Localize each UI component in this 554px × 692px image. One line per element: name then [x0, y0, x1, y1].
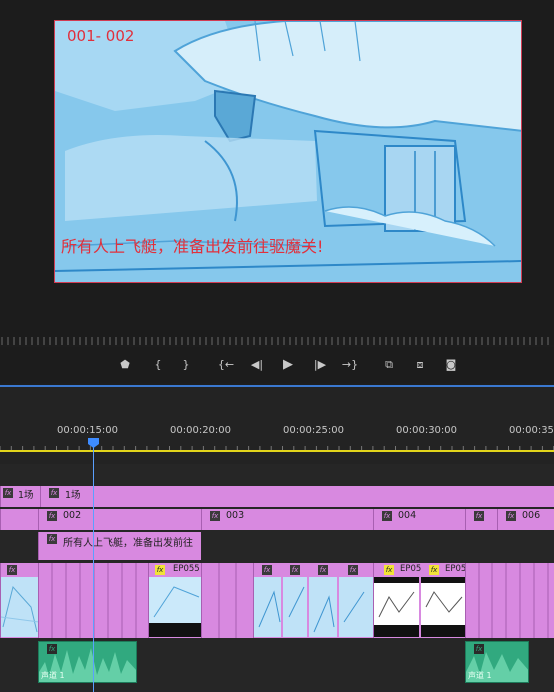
fx-icon: fx [7, 565, 17, 575]
clip-label: 1场 [65, 490, 81, 501]
clip-thumbnail [1, 577, 38, 637]
clip-label: EP05 [400, 564, 422, 574]
clip-label: 003 [226, 510, 245, 521]
fx-icon: fx [47, 511, 57, 521]
fx-icon: fx [210, 511, 220, 521]
audio-clip[interactable]: fx 声道 1 [465, 641, 529, 683]
video-clip-group[interactable]: fx fx fx fx [253, 563, 373, 638]
audio-clip[interactable]: fx 声道 1 [38, 641, 137, 683]
timecode-label: 00:00:15:00 [57, 425, 119, 436]
timecode-label: 00:00:25:00 [283, 425, 345, 436]
video-clip-group[interactable] [201, 563, 253, 638]
video-frame[interactable]: 001- 002 所有人上飞艇，准备出发前往驱魔关! [54, 20, 522, 283]
shot-clip[interactable]: fx 002 [38, 509, 201, 530]
shot-clip[interactable] [0, 509, 38, 530]
camera-icon[interactable]: ◙ [441, 355, 461, 375]
fx-icon: fx [3, 488, 13, 498]
audio-channel-label: 声道 1 [41, 671, 65, 680]
work-area-bar[interactable] [0, 450, 554, 452]
go-to-in-icon[interactable]: {← [216, 355, 236, 375]
fx-icon: fx [290, 565, 300, 575]
fx-icon: fx [506, 511, 516, 521]
clip-thumbnail [149, 577, 201, 637]
clip-label: 006 [522, 510, 541, 521]
clip-label: EP05 [445, 564, 465, 574]
transport-controls: ⬟ { } {← ◀| ▶ |▶ →} ⧉ ⧈ ◙ [0, 347, 554, 383]
mark-in-icon[interactable]: { [148, 355, 168, 375]
clip-label: 1场 [18, 490, 34, 501]
fx-icon: fx [262, 565, 272, 575]
shot-clip[interactable]: fx 004 [373, 509, 465, 530]
scene-clip[interactable]: fx 1场 [0, 486, 40, 507]
clip-label: 004 [398, 510, 417, 521]
fx-icon: fx [474, 511, 484, 521]
play-icon[interactable]: ▶ [278, 355, 298, 375]
clip-thumbnail [374, 577, 465, 637]
extract-icon[interactable]: ⧈ [410, 355, 430, 375]
video-clip-group[interactable] [465, 563, 554, 638]
fx-icon: fx [49, 488, 59, 498]
fx-icon: fx [47, 644, 57, 654]
video-clip-group[interactable]: fx EP05 fx EP05 [373, 563, 465, 638]
frame-id: 001- 002 [67, 27, 135, 45]
subtitle-clip[interactable]: fx 所有人上飞艇，准备出发前往 [38, 532, 201, 560]
audio-channel-label: 声道 1 [468, 671, 492, 680]
go-to-out-icon[interactable]: →} [340, 355, 360, 375]
shot-clip[interactable]: fx 003 [201, 509, 373, 530]
monitor-time-ruler[interactable] [0, 325, 554, 345]
fx-icon: fx [429, 565, 439, 575]
clip-label: 002 [63, 510, 82, 521]
program-monitor: 001- 002 所有人上飞艇，准备出发前往驱魔关! [0, 0, 554, 345]
clip-label: EP055 [173, 564, 200, 574]
marker-icon[interactable]: ⬟ [115, 355, 135, 375]
playhead-line [93, 440, 94, 692]
video-clip[interactable]: fx EP055 [148, 563, 201, 638]
fx-icon: fx [47, 534, 57, 544]
shot-clip[interactable]: fx [465, 509, 497, 530]
subtitle-text: 所有人上飞艇，准备出发前往驱魔关! [61, 237, 324, 256]
fx-icon: fx [384, 565, 394, 575]
step-forward-icon[interactable]: |▶ [310, 355, 330, 375]
timecode-label: 00:00:20:00 [170, 425, 232, 436]
lift-icon[interactable]: ⧉ [379, 355, 399, 375]
clip-thumbnail [254, 577, 373, 637]
fx-icon: fx [318, 565, 328, 575]
video-clip[interactable]: fx [0, 563, 38, 638]
step-back-icon[interactable]: ◀| [247, 355, 267, 375]
fx-icon: fx [155, 565, 165, 575]
mark-out-icon[interactable]: } [176, 355, 196, 375]
fx-icon: fx [474, 644, 484, 654]
fx-icon: fx [348, 565, 358, 575]
fx-icon: fx [382, 511, 392, 521]
timecode-label: 00:00:30:00 [396, 425, 458, 436]
clip-label: 所有人上飞艇，准备出发前往 [63, 538, 193, 549]
shot-clip[interactable]: fx 006 [497, 509, 554, 530]
timecode-label: 00:00:35:0 [509, 425, 554, 436]
scene-clip[interactable]: fx 1场 [40, 486, 554, 507]
